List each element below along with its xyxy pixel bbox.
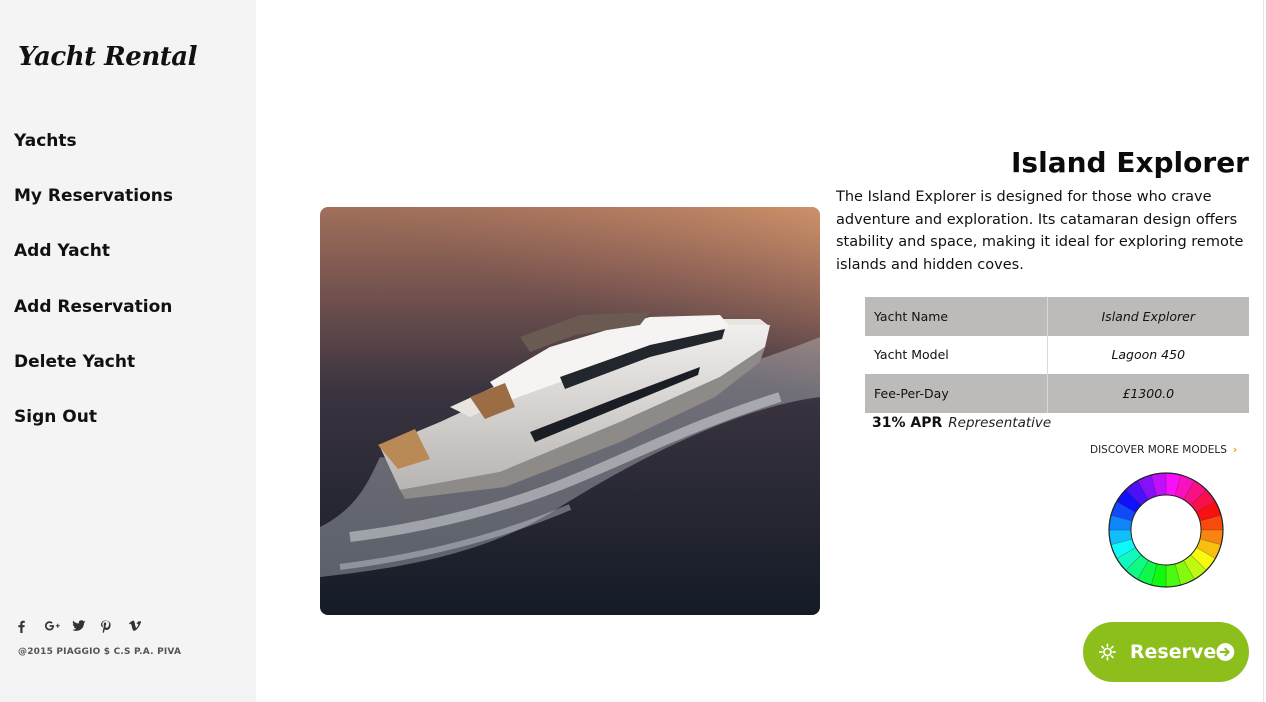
yacht-photo [320, 207, 820, 615]
nav-item-delete-yacht[interactable]: Delete Yacht [14, 352, 173, 407]
color-wheel-icon[interactable] [1108, 472, 1224, 588]
apr-info: 31% APR Representative [872, 415, 1051, 431]
discover-more-link[interactable]: DISCOVER MORE MODELS › [1090, 444, 1237, 456]
nav-item-add-reservation[interactable]: Add Reservation [14, 297, 173, 352]
yacht-specs-table: Yacht Name Island Explorer Yacht Model L… [865, 297, 1249, 413]
nav-item-sign-out[interactable]: Sign Out [14, 407, 173, 462]
spec-label: Yacht Model [874, 347, 949, 363]
nav-item-yachts[interactable]: Yachts [14, 131, 173, 186]
vimeo-icon[interactable] [128, 617, 156, 635]
yacht-title: Island Explorer [1011, 146, 1249, 179]
twitter-icon[interactable] [72, 617, 100, 635]
google-plus-icon[interactable] [44, 617, 72, 635]
spec-label: Fee-Per-Day [865, 374, 1047, 413]
table-row: Fee-Per-Day £1300.0 [865, 374, 1249, 413]
sidebar-nav: Yachts My Reservations Add Yacht Add Res… [14, 131, 173, 462]
spec-value: Island Explorer [1046, 297, 1249, 336]
discover-more-label: DISCOVER MORE MODELS [1090, 444, 1227, 456]
facebook-icon[interactable] [16, 617, 44, 635]
nav-item-my-reservations[interactable]: My Reservations [14, 186, 173, 241]
table-row: Yacht Model Lagoon 450 [865, 335, 1249, 374]
pinterest-icon[interactable] [100, 617, 128, 635]
chevron-right-icon: › [1232, 444, 1238, 456]
copyright-text: @2015 PIAGGIO $ C.S P.A. PIVA [18, 647, 182, 657]
sidebar: Yacht Rental Yachts My Reservations Add … [0, 0, 256, 702]
arrow-circle-right-icon [1216, 643, 1235, 661]
social-links [16, 617, 156, 635]
apr-rate: 31% APR [872, 415, 943, 431]
reserve-label: Reserve [1129, 641, 1217, 663]
sun-icon [1099, 643, 1116, 661]
spec-label: Yacht Name [865, 297, 1047, 336]
apr-note: Representative [948, 415, 1052, 431]
nav-item-add-yacht[interactable]: Add Yacht [14, 241, 173, 296]
right-edge-divider [1263, 0, 1264, 702]
yacht-description: The Island Explorer is designed for thos… [836, 189, 1244, 273]
spec-value: Lagoon 450 [1046, 335, 1249, 374]
spec-value: £1300.0 [1046, 374, 1249, 413]
table-row: Yacht Name Island Explorer [865, 297, 1249, 336]
reserve-button[interactable]: Reserve [1083, 622, 1249, 682]
brand-logo[interactable]: Yacht Rental [18, 42, 197, 72]
